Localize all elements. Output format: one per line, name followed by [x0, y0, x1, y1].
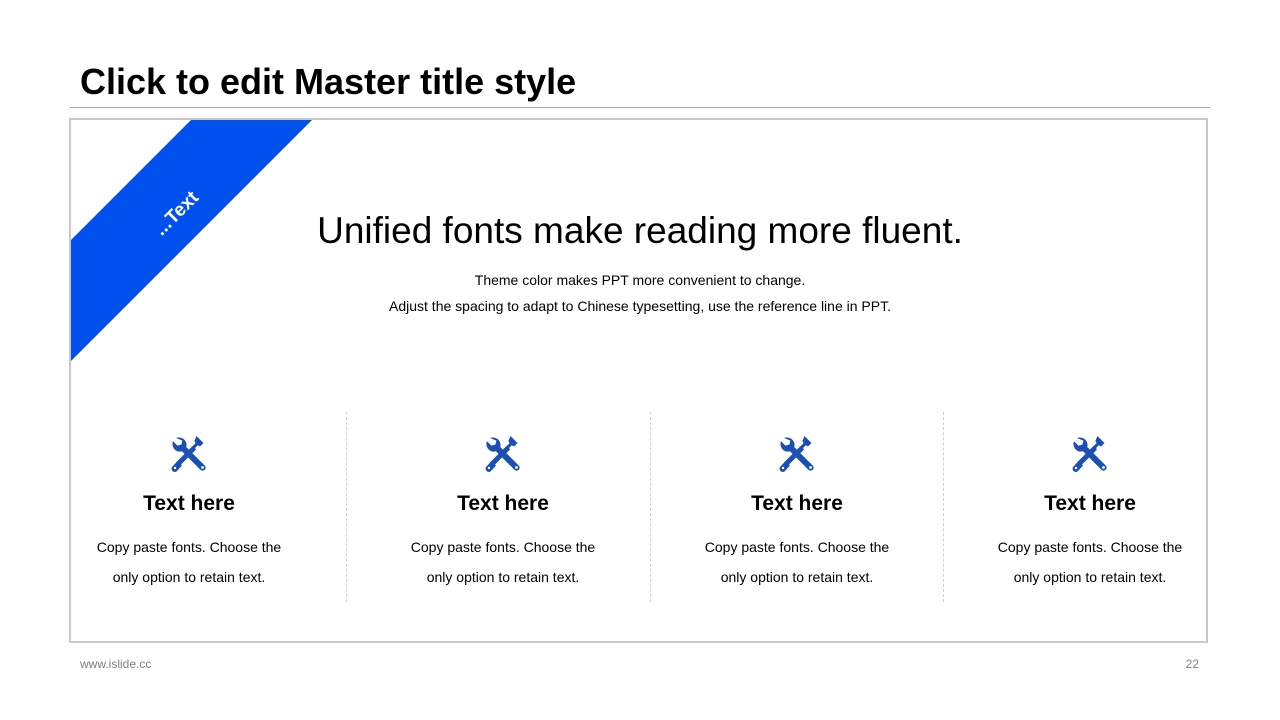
feature-card: Text here Copy paste fonts. Choose the o…	[970, 434, 1210, 592]
feature-card: Text here Copy paste fonts. Choose the o…	[677, 434, 917, 592]
feature-description-line: only option to retain text.	[112, 569, 266, 585]
subline-spacing[interactable]: Adjust the spacing to adapt to Chinese t…	[0, 296, 1280, 316]
feature-description-line: Copy paste fonts. Choose the	[704, 539, 890, 555]
feature-description-line: Copy paste fonts. Choose the	[997, 539, 1183, 555]
feature-description[interactable]: Copy paste fonts. Choose the only option…	[677, 532, 917, 592]
master-title[interactable]: Click to edit Master title style	[80, 58, 576, 106]
feature-description-line: Copy paste fonts. Choose the	[410, 539, 596, 555]
footer-url[interactable]: www.islide.cc	[80, 657, 151, 671]
headline[interactable]: Unified fonts make reading more fluent.	[0, 206, 1280, 256]
title-divider	[70, 107, 1210, 108]
slide: Click to edit Master title style ...Text…	[0, 0, 1280, 720]
tools-icon	[171, 436, 206, 472]
column-divider	[943, 412, 944, 602]
feature-description[interactable]: Copy paste fonts. Choose the only option…	[970, 532, 1210, 592]
feature-description[interactable]: Copy paste fonts. Choose the only option…	[69, 532, 309, 592]
feature-description-line: only option to retain text.	[1013, 569, 1167, 585]
column-divider	[650, 412, 651, 602]
subline-theme-color[interactable]: Theme color makes PPT more convenient to…	[0, 270, 1280, 290]
feature-title[interactable]: Text here	[69, 490, 309, 518]
feature-description[interactable]: Copy paste fonts. Choose the only option…	[383, 532, 623, 592]
column-divider	[346, 412, 347, 602]
tools-icon	[1072, 436, 1107, 472]
feature-description-line: only option to retain text.	[426, 569, 580, 585]
feature-title[interactable]: Text here	[677, 490, 917, 518]
feature-card: Text here Copy paste fonts. Choose the o…	[69, 434, 309, 592]
feature-description-line: only option to retain text.	[720, 569, 874, 585]
tools-icon	[485, 436, 520, 472]
tools-icon	[779, 436, 814, 472]
page-number: 22	[1185, 657, 1199, 671]
feature-description-line: Copy paste fonts. Choose the	[96, 539, 282, 555]
feature-card: Text here Copy paste fonts. Choose the o…	[383, 434, 623, 592]
feature-title[interactable]: Text here	[970, 490, 1210, 518]
feature-title[interactable]: Text here	[383, 490, 623, 518]
